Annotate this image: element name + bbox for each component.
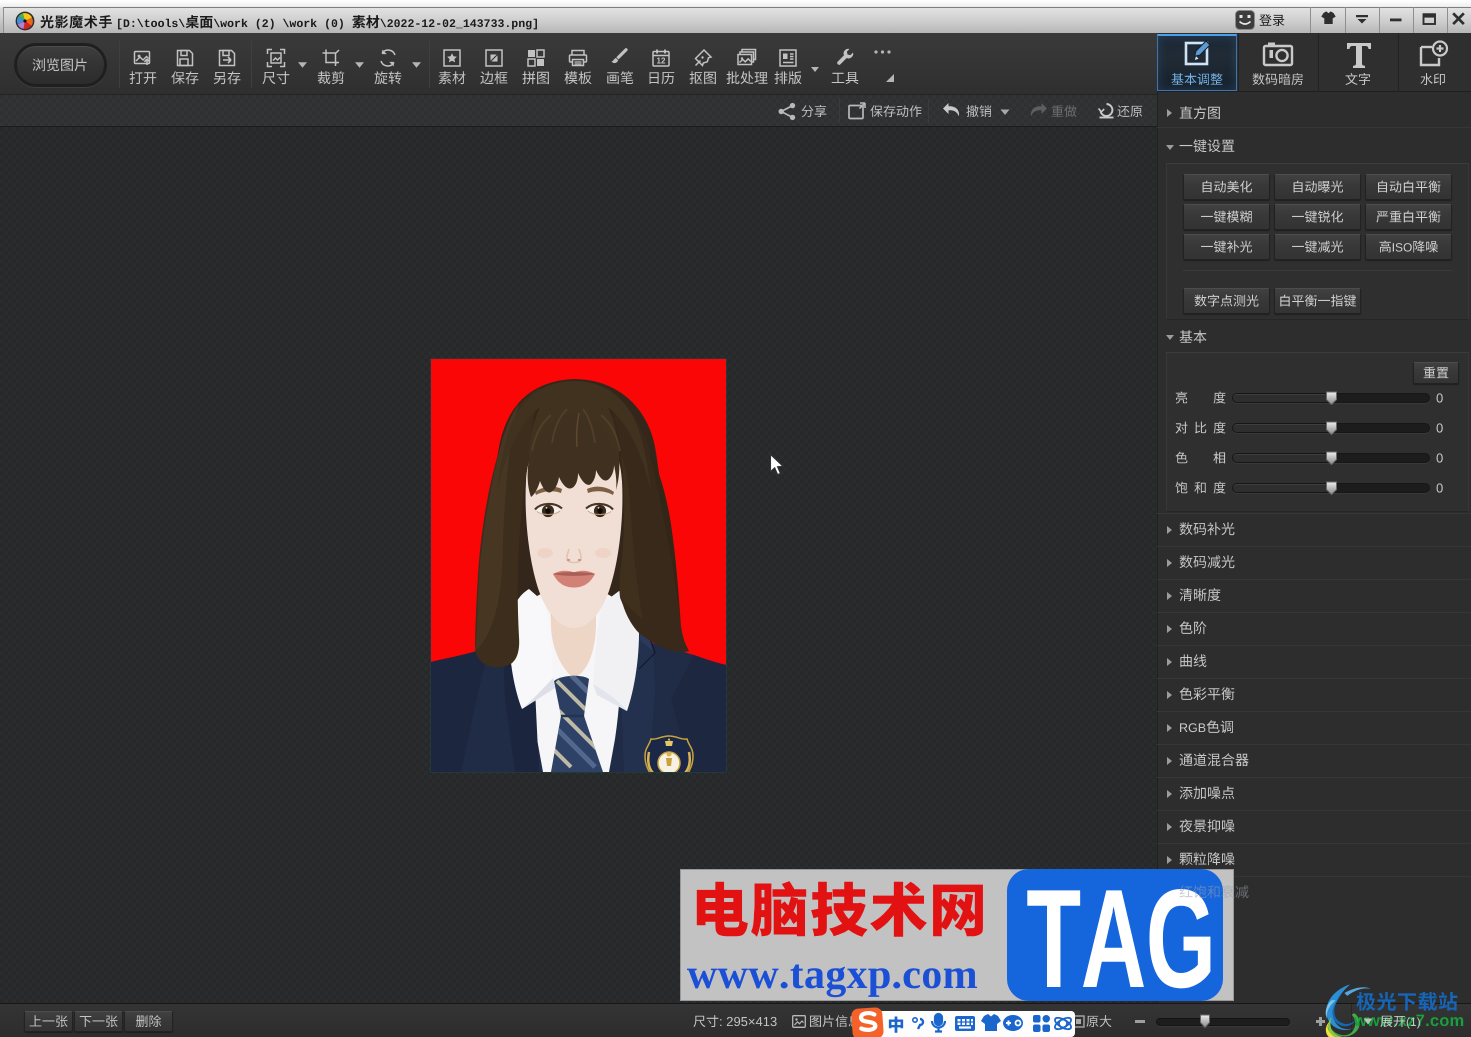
svg-text:12: 12 (657, 57, 666, 66)
